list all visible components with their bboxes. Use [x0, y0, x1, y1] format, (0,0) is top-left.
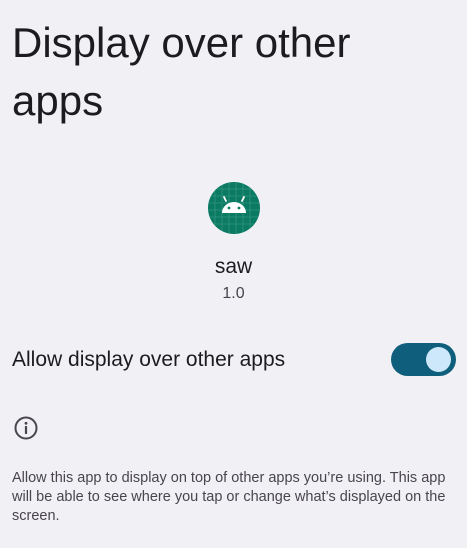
android-app-icon [207, 182, 260, 234]
toggle-thumb [426, 347, 451, 372]
app-name: saw [214, 255, 253, 278]
page-title: Display over other apps [12, 19, 351, 124]
allow-display-over-apps-row[interactable]: Allow display over other apps [0, 336, 467, 384]
app-version: 1.0 [222, 285, 245, 302]
info-icon [13, 415, 39, 441]
allow-display-over-apps-label: Allow display over other apps [12, 348, 286, 371]
permission-description: Allow this app to display on top of othe… [12, 470, 446, 524]
allow-display-over-apps-toggle[interactable] [391, 343, 456, 376]
app-header: saw 1.0 [0, 182, 467, 304]
